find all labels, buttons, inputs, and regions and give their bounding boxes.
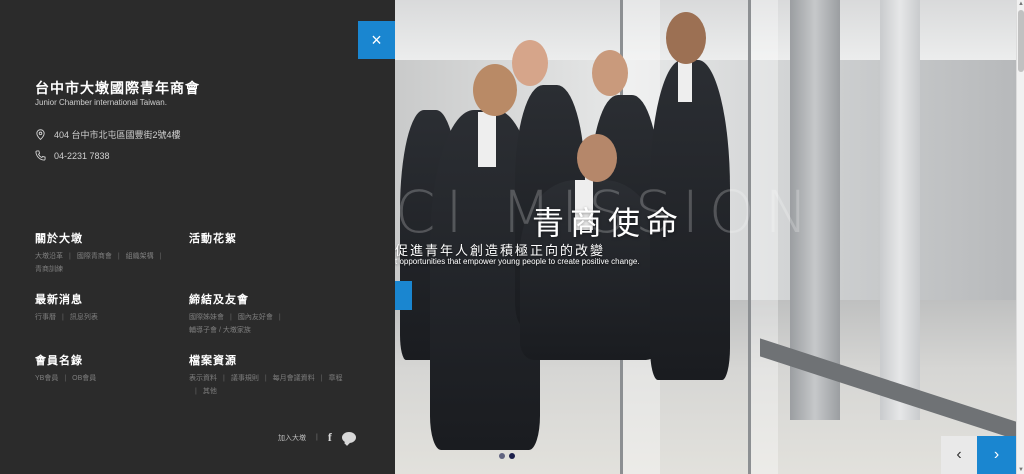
menu-separator: | — [264, 375, 267, 382]
page: CI MISSION 青商使命 促進青年人創造積極正向的改變 t opportu… — [0, 0, 1024, 474]
carousel-dot-active[interactable] — [509, 453, 515, 459]
menu-link[interactable]: 章程 — [328, 374, 342, 384]
close-menu-button[interactable]: × — [358, 21, 395, 59]
org-name: 台中市大墩國際青年商會 — [35, 80, 200, 96]
menu-title-members[interactable]: 會員名錄 — [35, 352, 185, 368]
close-icon: × — [371, 29, 382, 50]
menu-links-files: 表示資料 | 議事規則 | 每月會議資料 | 章程 | 其他 — [189, 374, 349, 397]
menu-link[interactable]: YB會員 — [35, 374, 58, 384]
menu-link[interactable]: OB會員 — [72, 374, 96, 384]
menu-link[interactable]: 國際青商會 — [77, 252, 112, 262]
menu-separator: | — [159, 253, 162, 260]
org-name-en: Junior Chamber international Taiwan. — [35, 98, 167, 107]
menu-links-about: 大墩沿革 | 國際青商會 | 組織架構 | 青商訓練 — [35, 252, 185, 275]
person-shirt — [478, 112, 496, 167]
chevron-right-icon: › — [993, 446, 1000, 463]
hero-heading: 青商使命 — [532, 204, 685, 242]
menu-links-members: YB會員 | OB會員 — [35, 374, 185, 384]
menu-link[interactable]: 表示資料 — [189, 374, 217, 384]
window-pillar — [880, 0, 920, 420]
carousel-next-button[interactable]: › — [977, 436, 1016, 474]
menu-title-alliance[interactable]: 締結及友會 — [189, 291, 329, 307]
address-text: 404 台中市北屯區國豐街2號4樓 — [54, 130, 181, 140]
menu-group-files: 檔案資源 表示資料 | 議事規則 | 每月會議資料 | 章程 | 其他 — [189, 352, 349, 397]
person-head — [512, 40, 548, 86]
menu-title-files[interactable]: 檔案資源 — [189, 352, 349, 368]
menu-group-about: 關於大墩 大墩沿革 | 國際青商會 | 組織架構 | 青商訓練 — [35, 230, 185, 275]
contact-address: 404 台中市北屯區國豐街2號4樓 — [35, 128, 181, 141]
hero-cta-button[interactable] — [395, 281, 412, 310]
menu-separator: | — [195, 388, 197, 395]
map-pin-icon — [36, 129, 45, 140]
scroll-up-arrow-icon[interactable]: ▲ — [1018, 1, 1024, 7]
chevron-left-icon: ‹ — [956, 446, 962, 463]
person-shirt — [678, 62, 692, 102]
menu-group-members: 會員名錄 YB會員 | OB會員 — [35, 352, 185, 384]
menu-link[interactable]: 議事規則 — [231, 374, 259, 384]
menu-group-news: 最新消息 行事曆 | 訊息列表 — [35, 291, 185, 323]
menu-separator: | — [320, 375, 323, 382]
menu-link[interactable]: 其他 — [203, 387, 217, 397]
hero-subtitle-en: t opportunities that empower young peopl… — [395, 257, 640, 266]
menu-title-news[interactable]: 最新消息 — [35, 291, 185, 307]
menu-link[interactable]: 行事曆 — [35, 313, 56, 323]
menu-links-alliance: 國際姊妹會 | 國內友好會 | 輔導子會 / 大墩家族 — [189, 313, 329, 336]
person-head — [473, 64, 517, 116]
menu-link[interactable]: 國際姊妹會 — [189, 313, 224, 323]
line-icon[interactable] — [341, 432, 356, 443]
person-head — [666, 12, 706, 64]
menu-link[interactable]: 大墩沿革 — [35, 252, 63, 262]
menu-separator: | — [117, 253, 120, 260]
phone-text[interactable]: 04-2231 7838 — [54, 151, 110, 161]
social-links: 加入大墩 | f — [278, 430, 356, 445]
page-scrollbar[interactable]: ▲ ▼ — [1016, 0, 1024, 474]
phone-icon — [35, 150, 46, 161]
menu-separator: | — [223, 375, 225, 382]
social-separator: | — [316, 434, 318, 441]
menu-separator: | — [64, 375, 67, 382]
menu-link[interactable]: 國內友好會 — [238, 313, 273, 323]
menu-link[interactable]: 訊息列表 — [70, 313, 98, 323]
menu-link[interactable]: 每月會議資料 — [273, 374, 315, 384]
menu-separator: | — [69, 253, 71, 260]
menu-title-about[interactable]: 關於大墩 — [35, 230, 185, 246]
menu-links-news: 行事曆 | 訊息列表 — [35, 313, 185, 323]
carousel-prev-button[interactable]: ‹ — [941, 436, 977, 474]
menu-separator: | — [62, 314, 64, 321]
menu-group-activities: 活動花絮 — [189, 230, 237, 252]
scroll-down-arrow-icon[interactable]: ▼ — [1018, 467, 1024, 473]
menu-link[interactable]: 輔導子會 / 大墩家族 — [189, 326, 251, 336]
side-menu-panel: 台中市大墩國際青年商會 Junior Chamber international… — [0, 0, 395, 474]
carousel-dot[interactable] — [499, 453, 505, 459]
person-head — [592, 50, 628, 96]
menu-link[interactable]: 組織架構 — [126, 252, 154, 262]
contact-phone: 04-2231 7838 — [35, 150, 110, 161]
join-label[interactable]: 加入大墩 — [278, 433, 306, 443]
menu-separator: | — [230, 314, 232, 321]
person-head — [577, 134, 617, 182]
menu-link[interactable]: 青商訓練 — [35, 265, 63, 275]
carousel-dots — [499, 453, 515, 459]
scrollbar-thumb[interactable] — [1018, 10, 1024, 72]
menu-separator: | — [278, 314, 281, 321]
hero-ceiling — [395, 0, 1016, 60]
menu-group-alliance: 締結及友會 國際姊妹會 | 國內友好會 | 輔導子會 / 大墩家族 — [189, 291, 329, 336]
menu-title-activities[interactable]: 活動花絮 — [189, 230, 237, 246]
facebook-icon[interactable]: f — [328, 430, 332, 445]
